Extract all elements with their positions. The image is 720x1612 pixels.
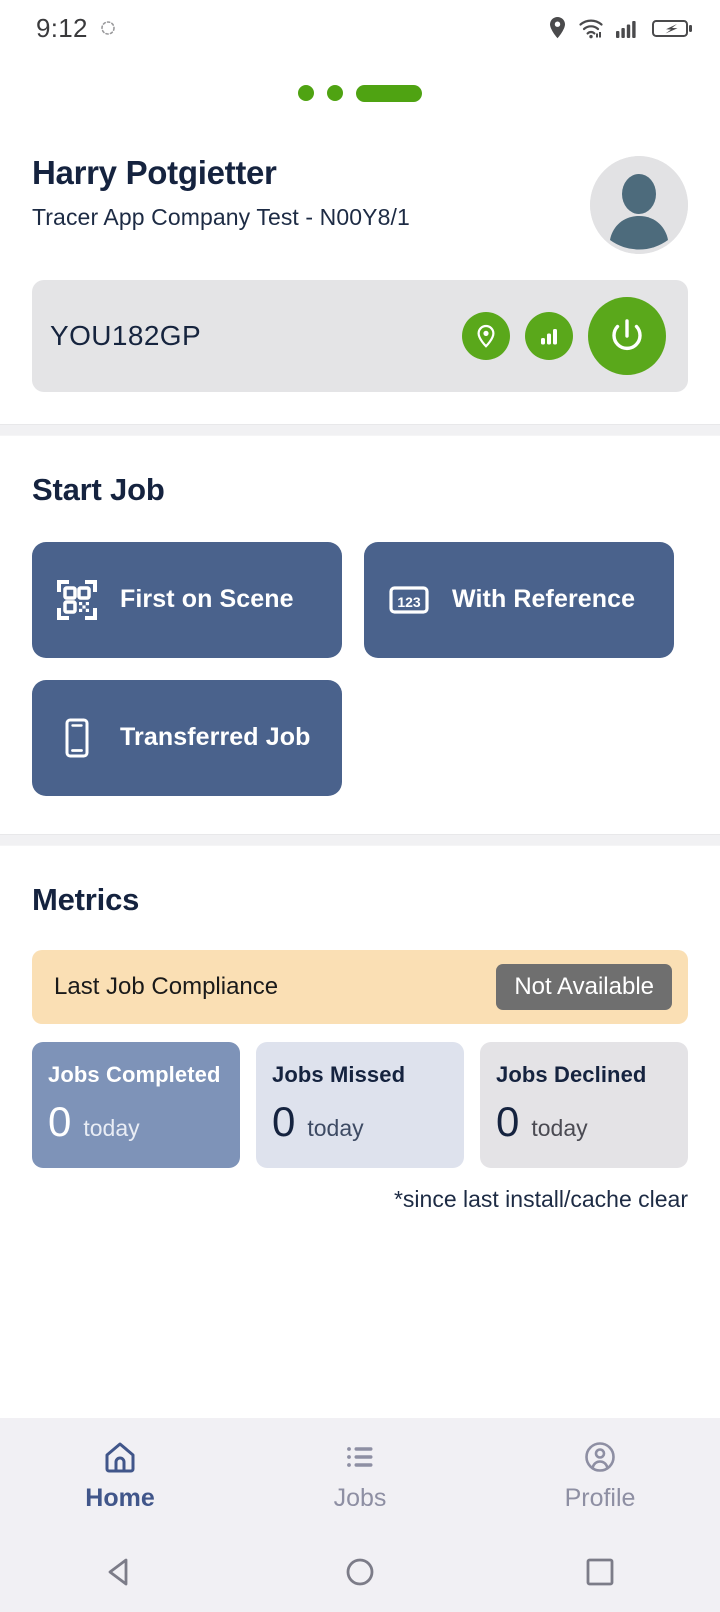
start-job-section: Start Job First on Scene 123 With Refere… (0, 436, 720, 834)
metric-card-jobs-declined: Jobs Declined 0 today (480, 1042, 688, 1168)
qr-scan-icon (54, 577, 100, 623)
vehicle-plate: YOU182GP (50, 320, 202, 351)
cellular-signal-icon (615, 16, 641, 40)
back-triangle-icon[interactable] (0, 1551, 240, 1593)
svg-text:123: 123 (397, 594, 421, 610)
metrics-section: Metrics Last Job Compliance Not Availabl… (0, 846, 720, 1251)
battery-charging-icon (652, 16, 694, 40)
page-dot-1[interactable] (298, 85, 314, 101)
with-reference-label: With Reference (452, 585, 636, 614)
page-indicator[interactable] (0, 56, 720, 130)
company-line: Tracer App Company Test - N00Y8/1 (32, 204, 410, 230)
bottom-navigation: Home Jobs Profile (0, 1418, 720, 1532)
metric-value: 0 (496, 1098, 520, 1145)
nav-label-jobs: Jobs (333, 1483, 387, 1512)
nav-label-profile: Profile (564, 1483, 636, 1512)
metric-title: Jobs Completed (48, 1062, 221, 1087)
power-icon-button[interactable] (588, 297, 666, 375)
last-job-compliance-label: Last Job Compliance (54, 973, 279, 1000)
profile-header: Harry Potgietter Tracer App Company Test… (0, 130, 720, 424)
content-spacer (0, 1251, 720, 1418)
location-icon (548, 16, 567, 40)
metric-value-row: 0 today (272, 1098, 448, 1146)
status-bar: 9:12 (0, 0, 720, 56)
status-bar-left: 9:12 (36, 13, 118, 44)
metric-unit: today (83, 1115, 140, 1141)
metric-value-row: 0 today (496, 1098, 672, 1146)
metric-unit: today (307, 1115, 364, 1141)
nav-item-home[interactable]: Home (0, 1438, 240, 1513)
vehicle-bar: YOU182GP (32, 280, 688, 392)
home-circle-icon[interactable] (240, 1551, 480, 1593)
system-navigation-bar (0, 1532, 720, 1612)
section-divider-1 (0, 424, 720, 436)
status-badge: Not Available (496, 964, 672, 1010)
status-bar-clock: 9:12 (36, 12, 88, 43)
metrics-footnote: *since last install/cache clear (393, 1186, 688, 1212)
nav-item-jobs[interactable]: Jobs (240, 1438, 480, 1513)
start-job-buttons: First on Scene 123 With Reference Transf… (32, 542, 688, 796)
vehicle-actions (462, 297, 666, 375)
first-on-scene-label: First on Scene (120, 585, 294, 614)
last-job-compliance-banner: Last Job Compliance Not Available (32, 950, 688, 1024)
metric-value: 0 (48, 1098, 72, 1145)
profile-text-block: Harry Potgietter Tracer App Company Test… (32, 154, 410, 231)
profile-header-top: Harry Potgietter Tracer App Company Test… (32, 154, 688, 254)
metric-unit: today (531, 1115, 588, 1141)
page-dot-3-active[interactable] (356, 84, 422, 102)
mobile-phone-icon (54, 715, 100, 761)
metric-value-row: 0 today (48, 1098, 224, 1146)
avatar[interactable] (590, 156, 688, 254)
status-bar-icons (548, 16, 694, 40)
first-on-scene-button[interactable]: First on Scene (32, 542, 342, 658)
profile-circle-icon (581, 1438, 619, 1476)
metric-value: 0 (272, 1098, 296, 1145)
recents-square-icon[interactable] (480, 1551, 720, 1593)
page-dot-2[interactable] (327, 85, 343, 101)
metric-title: Jobs Missed (272, 1062, 406, 1087)
app-screen: 9:12 Harry Potgietter Tracer App Company… (0, 0, 720, 1612)
location-icon-button[interactable] (462, 312, 510, 360)
transferred-job-button[interactable]: Transferred Job (32, 680, 342, 796)
with-reference-button[interactable]: 123 With Reference (364, 542, 674, 658)
user-name: Harry Potgietter (32, 154, 277, 191)
metric-card-jobs-missed: Jobs Missed 0 today (256, 1042, 464, 1168)
list-icon (341, 1438, 379, 1476)
wifi-icon (578, 16, 604, 40)
nav-item-profile[interactable]: Profile (480, 1438, 720, 1513)
signal-bars-icon-button[interactable] (525, 312, 573, 360)
section-divider-2 (0, 834, 720, 846)
start-job-title: Start Job (32, 472, 165, 507)
transferred-job-label: Transferred Job (120, 723, 311, 752)
sun-loading-icon (98, 18, 118, 38)
reference-number-icon: 123 (386, 577, 432, 623)
metric-cards: Jobs Completed 0 today Jobs Missed 0 tod… (32, 1042, 688, 1168)
home-icon (101, 1438, 139, 1476)
metric-title: Jobs Declined (496, 1062, 647, 1087)
nav-label-home: Home (85, 1483, 155, 1512)
metric-card-jobs-completed: Jobs Completed 0 today (32, 1042, 240, 1168)
metrics-title: Metrics (32, 882, 140, 917)
